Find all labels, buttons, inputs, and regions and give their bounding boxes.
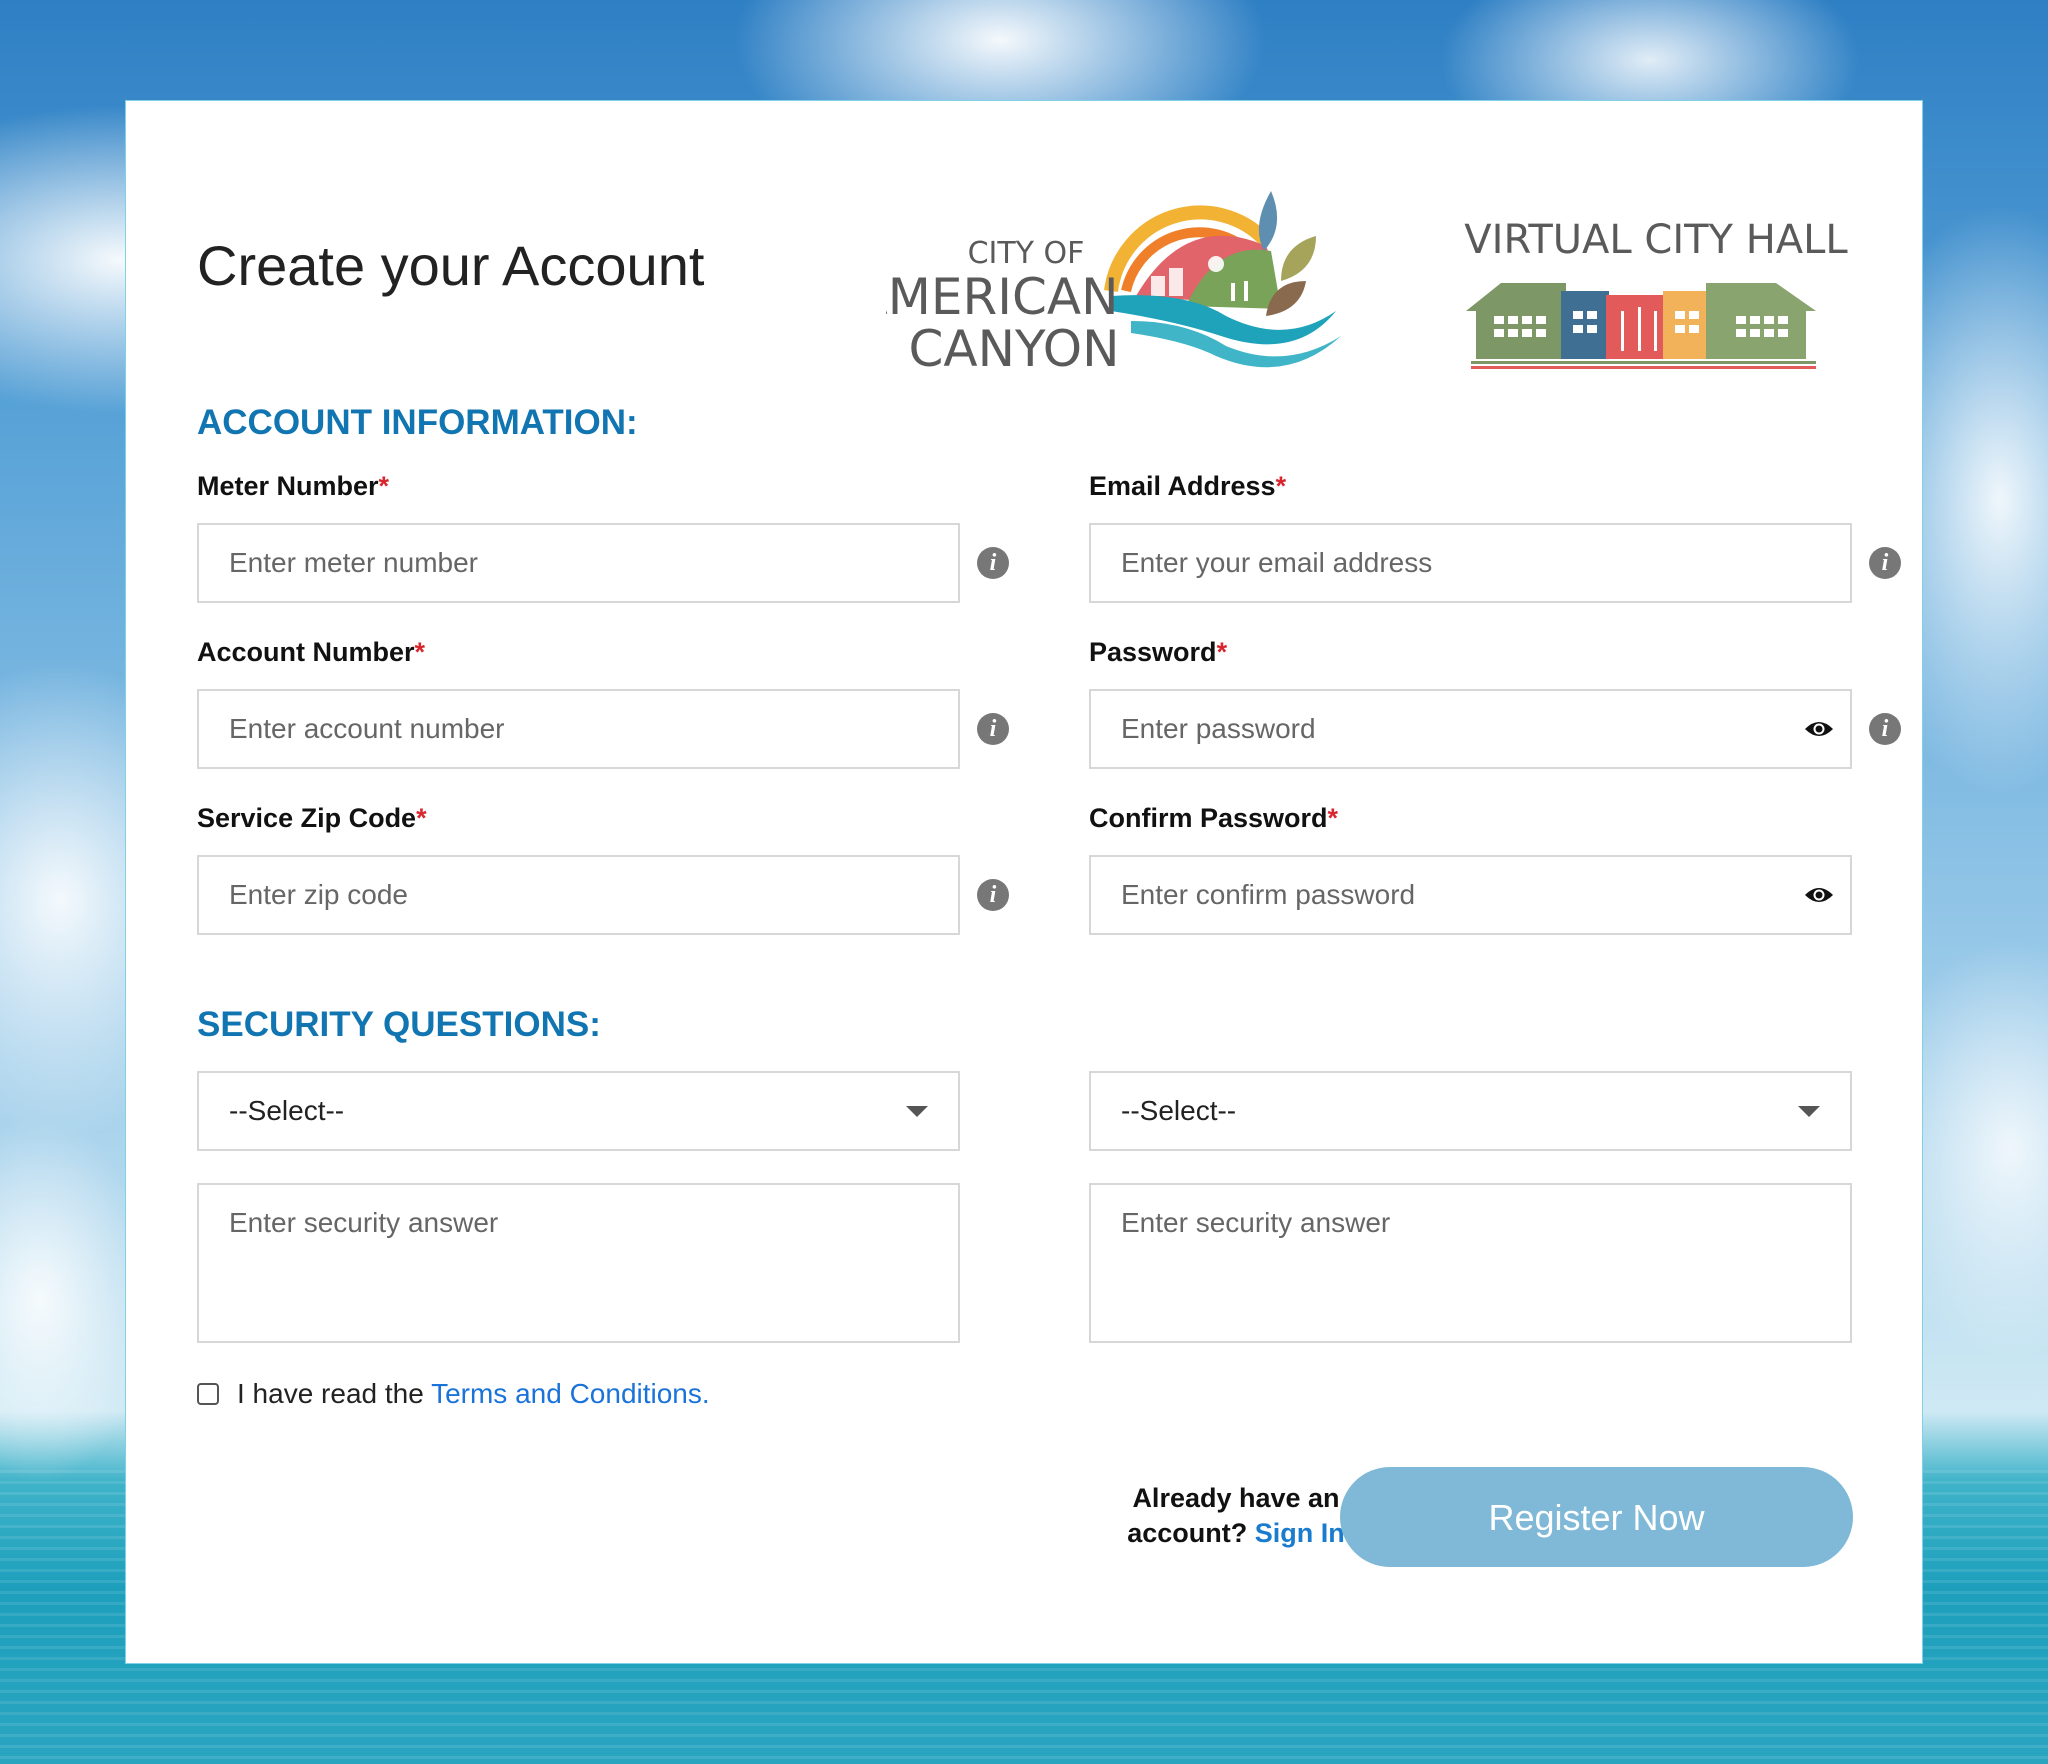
account-number-info-icon[interactable]: i [977, 713, 1009, 745]
zip-code-info-icon[interactable]: i [977, 879, 1009, 911]
account-information-heading: ACCOUNT INFORMATION: [197, 403, 638, 442]
city-of-american-canyon-logo: CITY OF AMERICAN CANYON [886, 191, 1341, 378]
show-password-eye-icon[interactable] [1804, 719, 1834, 739]
account-number-input[interactable] [197, 689, 960, 769]
required-marker: * [1216, 637, 1228, 667]
already-have-account-text: Already have an account? Sign In [1126, 1481, 1346, 1551]
confirm-password-input[interactable] [1089, 855, 1852, 935]
logo-canyon-text: CANYON [908, 320, 1119, 378]
email-info-icon[interactable]: i [1869, 547, 1901, 579]
security-question-2-value: --Select-- [1121, 1095, 1237, 1126]
zip-code-input[interactable] [197, 855, 960, 935]
terms-checkbox[interactable] [197, 1383, 219, 1405]
security-questions-heading: SECURITY QUESTIONS: [197, 1005, 601, 1044]
logo-city-of-text: CITY OF [968, 236, 1085, 271]
password-input[interactable] [1089, 689, 1852, 769]
confirm-password-label: Confirm Password* [1089, 803, 1339, 833]
security-question-2-select[interactable]: --Select-- [1089, 1071, 1852, 1151]
email-address-label: Email Address* [1089, 471, 1287, 501]
security-answer-1-input[interactable] [197, 1183, 960, 1343]
meter-number-label: Meter Number* [197, 471, 390, 501]
account-number-label: Account Number* [197, 637, 426, 667]
security-question-1-value: --Select-- [229, 1095, 345, 1126]
required-marker: * [378, 471, 390, 501]
registration-card: Create your Account CITY OF AMERICAN CAN… [125, 100, 1923, 1664]
password-label: Password* [1089, 637, 1228, 667]
virtual-city-hall-logo: VIRTUAL CITY HALL [1464, 217, 1848, 369]
sign-in-link[interactable]: Sign In [1255, 1518, 1345, 1548]
required-marker: * [1327, 803, 1339, 833]
already-line-2: account? [1127, 1518, 1248, 1548]
required-marker: * [414, 637, 426, 667]
already-line-1: Already have an [1132, 1483, 1340, 1513]
chevron-down-icon [1798, 1106, 1820, 1117]
service-zip-code-label: Service Zip Code* [197, 803, 427, 833]
show-confirm-password-eye-icon[interactable] [1804, 885, 1834, 905]
terms-text: I have read the Terms and Conditions. [237, 1378, 710, 1410]
logo-american-text: AMERICAN [886, 268, 1118, 326]
terms-prefix: I have read the [237, 1378, 432, 1409]
password-info-icon[interactable]: i [1869, 713, 1901, 745]
terms-and-conditions-link[interactable]: Terms and Conditions. [431, 1378, 710, 1409]
meter-number-input[interactable] [197, 523, 960, 603]
required-marker: * [1275, 471, 1287, 501]
page-title: Create your Account [197, 234, 705, 297]
security-answer-2-input[interactable] [1089, 1183, 1852, 1343]
register-now-button[interactable]: Register Now [1340, 1467, 1853, 1567]
meter-number-info-icon[interactable]: i [977, 547, 1009, 579]
chevron-down-icon [906, 1106, 928, 1117]
email-address-input[interactable] [1089, 523, 1852, 603]
required-marker: * [416, 803, 427, 833]
logo-vch-text: VIRTUAL CITY HALL [1464, 217, 1848, 263]
security-question-1-select[interactable]: --Select-- [197, 1071, 960, 1151]
